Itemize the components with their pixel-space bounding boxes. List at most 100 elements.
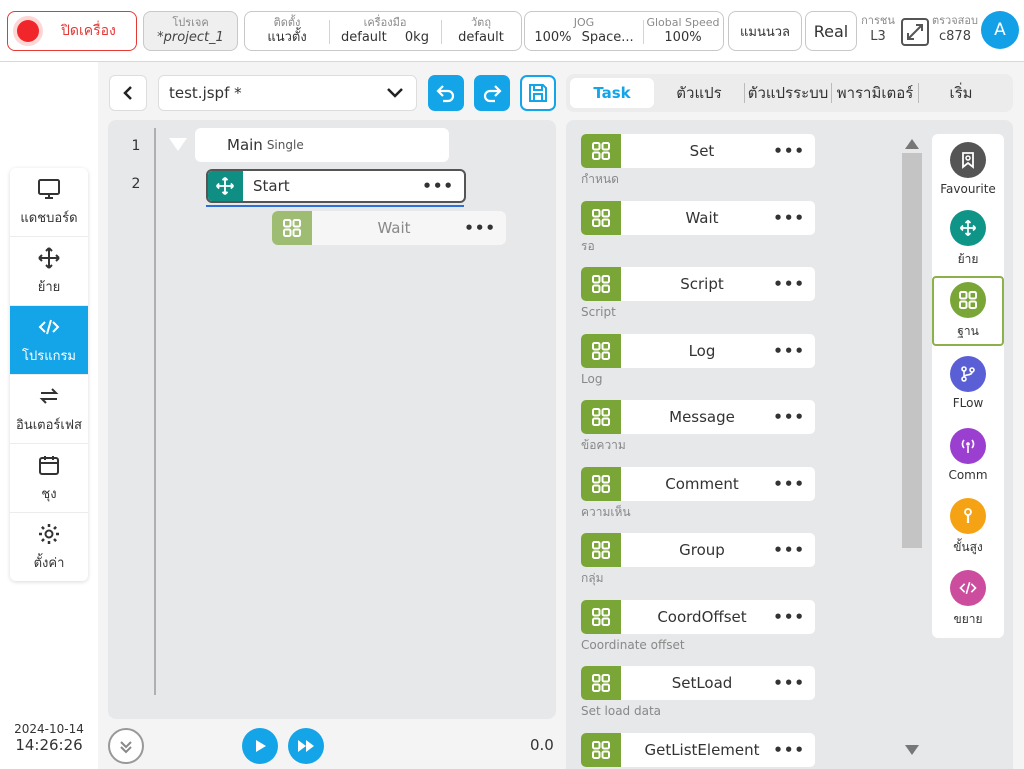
step-forward-button[interactable] xyxy=(288,728,324,764)
jog-speed-info[interactable]: JOG 100% Space... Global Speed 100% xyxy=(524,11,724,51)
checksum-value: c878 xyxy=(939,29,971,44)
block-group-button[interactable]: Group ••• xyxy=(581,533,815,567)
block-label: Comment xyxy=(665,475,739,493)
expand-icon[interactable] xyxy=(901,18,929,46)
scrollbar-thumb[interactable] xyxy=(902,153,922,548)
nav-label-program: โปรแกรม xyxy=(21,348,77,364)
tab-start[interactable]: เริ่ม xyxy=(919,78,1003,108)
nav-item-program[interactable]: โปรแกรม xyxy=(10,306,88,375)
more-options-icon[interactable]: ••• xyxy=(773,541,805,559)
code-icon xyxy=(950,569,986,606)
grid-icon xyxy=(581,600,621,634)
tool-caption: เครื่องมือ xyxy=(363,16,407,29)
block-wait-button[interactable]: Wait ••• xyxy=(581,201,815,235)
tab-parameters[interactable]: พารามิเตอร์ xyxy=(832,78,918,108)
nav-item-dashboard[interactable]: แดชบอร์ด xyxy=(10,168,88,237)
checksum-caption: ตรวจสอบ xyxy=(932,14,978,27)
block-script-button[interactable]: Script ••• xyxy=(581,267,815,301)
code-icon xyxy=(38,319,60,334)
category-ฐาน[interactable]: ฐาน xyxy=(932,276,1004,346)
line-rail xyxy=(154,128,156,695)
power-off-button[interactable]: ปิดเครื่อง xyxy=(7,11,137,51)
nav-label-move: ย้าย xyxy=(37,279,61,295)
category-flow[interactable]: FLow xyxy=(932,348,1004,418)
program-file-name: test.jspf * xyxy=(169,84,242,102)
more-options-icon[interactable]: ••• xyxy=(773,408,805,426)
start-node[interactable]: Start ••• xyxy=(206,169,466,203)
tab-variables[interactable]: ตัวแปร xyxy=(654,78,744,108)
block-comment-button[interactable]: Comment ••• xyxy=(581,467,815,501)
more-options-icon[interactable]: ••• xyxy=(422,177,454,195)
install-cell[interactable]: ติดตั้ง แนวตั้ง xyxy=(245,12,329,50)
collapse-all-button[interactable] xyxy=(108,728,144,764)
block-label: Wait xyxy=(685,209,719,227)
grid-icon xyxy=(581,666,621,700)
undo-button[interactable] xyxy=(428,75,464,111)
installation-info[interactable]: ติดตั้ง แนวตั้ง เครื่องมือ default 0kg ว… xyxy=(244,11,522,51)
block-label: CoordOffset xyxy=(657,608,747,626)
category-ขยาย[interactable]: ขยาย xyxy=(932,564,1004,634)
back-button[interactable] xyxy=(109,75,147,111)
block-message-button[interactable]: Message ••• xyxy=(581,400,815,434)
grid-icon xyxy=(581,400,621,434)
collision-value: L3 xyxy=(870,29,886,44)
install-value: แนวตั้ง xyxy=(267,30,307,45)
collapse-triangle-icon[interactable] xyxy=(169,138,187,151)
category-comm[interactable]: Comm xyxy=(932,420,1004,490)
block-description: Set load data xyxy=(581,704,662,718)
save-button[interactable] xyxy=(520,75,556,111)
grid-icon xyxy=(950,281,986,318)
category-label: ฐาน xyxy=(957,323,979,338)
block-label: Group xyxy=(679,541,725,559)
block-getlistelement-button[interactable]: GetListElement ••• xyxy=(581,733,815,767)
category-label: Comm xyxy=(948,468,988,482)
manual-mode-button[interactable]: แมนนวล xyxy=(728,11,802,51)
block-item: GetListElement ••• xyxy=(581,733,815,767)
block-description: Coordinate offset xyxy=(581,638,685,652)
grid-icon xyxy=(272,211,312,245)
block-log-button[interactable]: Log ••• xyxy=(581,334,815,368)
block-coordoffset-button[interactable]: CoordOffset ••• xyxy=(581,600,815,634)
more-options-icon[interactable]: ••• xyxy=(773,475,805,493)
more-options-icon[interactable]: ••• xyxy=(773,142,805,160)
scroll-down-icon[interactable] xyxy=(905,745,919,755)
block-setload-button[interactable]: SetLoad ••• xyxy=(581,666,815,700)
jog-cell[interactable]: JOG 100% Space... xyxy=(525,12,643,50)
object-caption: วัตถุ xyxy=(471,16,491,29)
nav-item-schedule[interactable]: ชุง xyxy=(10,444,88,513)
nav-label-dashboard: แดชบอร์ด xyxy=(20,210,78,226)
more-options-icon[interactable]: ••• xyxy=(773,209,805,227)
user-avatar[interactable]: A xyxy=(981,11,1019,49)
redo-button[interactable] xyxy=(474,75,510,111)
nav-item-move[interactable]: ย้าย xyxy=(10,237,88,306)
object-cell[interactable]: วัตถุ default xyxy=(441,12,521,50)
more-options-icon[interactable]: ••• xyxy=(464,219,496,237)
category-favourite[interactable]: Favourite xyxy=(932,134,1004,204)
global-speed-cell[interactable]: Global Speed 100% xyxy=(643,12,723,50)
collision-level: การชน L3 xyxy=(860,14,896,45)
play-button[interactable] xyxy=(242,728,278,764)
block-set-button[interactable]: Set ••• xyxy=(581,134,815,168)
category-ย้าย[interactable]: ย้าย xyxy=(932,204,1004,274)
block-label: Log xyxy=(688,342,716,360)
scroll-up-icon[interactable] xyxy=(905,139,919,149)
nav-item-interface[interactable]: อินเตอร์เฟส xyxy=(10,375,88,444)
nav-item-settings[interactable]: ตั้งค่า xyxy=(10,513,88,581)
more-options-icon[interactable]: ••• xyxy=(773,741,805,759)
wait-node[interactable]: Wait ••• xyxy=(272,211,506,245)
program-file-select[interactable]: test.jspf * xyxy=(158,75,417,111)
tab-task[interactable]: Task xyxy=(570,78,654,108)
real-mode-button[interactable]: Real xyxy=(805,11,857,51)
more-options-icon[interactable]: ••• xyxy=(773,342,805,360)
more-options-icon[interactable]: ••• xyxy=(773,275,805,293)
project-selector[interactable]: โปรเจค *project_1 xyxy=(143,11,238,51)
more-options-icon[interactable]: ••• xyxy=(773,608,805,626)
grid-icon xyxy=(581,334,621,368)
global-speed-caption: Global Speed xyxy=(646,16,720,29)
block-description: Log xyxy=(581,372,603,386)
category-ขั้นสูง[interactable]: ขั้นสูง xyxy=(932,492,1004,562)
main-node[interactable]: Main Single xyxy=(195,128,449,162)
tab-system-variables[interactable]: ตัวแปรระบบ xyxy=(745,78,831,108)
more-options-icon[interactable]: ••• xyxy=(773,674,805,692)
tool-cell[interactable]: เครื่องมือ default 0kg xyxy=(329,12,441,50)
